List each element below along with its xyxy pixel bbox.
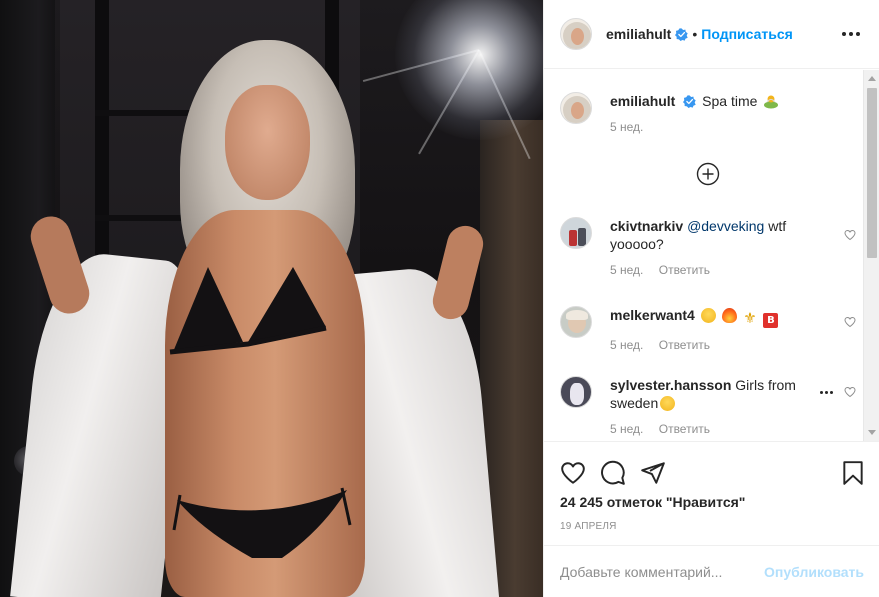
scroll-up-arrow-icon[interactable] — [868, 76, 876, 81]
add-comment-bar: Опубликовать — [544, 545, 879, 597]
comment-item: sylvester.hansson Girls from sweden 5 не… — [560, 376, 860, 436]
fire-emoji — [721, 308, 737, 323]
separator-dot: • — [692, 26, 698, 42]
scroll-down-arrow-icon[interactable] — [868, 430, 876, 435]
comment-options-icon[interactable] — [820, 386, 836, 398]
post-date[interactable]: 19 АПРЕЛЯ — [560, 521, 617, 532]
caption: emiliahult Spa time 5 нед. — [560, 92, 860, 134]
comment-mention[interactable]: @devveking — [687, 218, 764, 234]
post-actions: 24 245 отметок "Нравится" 19 АПРЕЛЯ — [544, 441, 879, 545]
bookmark-icon[interactable] — [840, 460, 866, 486]
commenter-avatar[interactable] — [560, 376, 592, 408]
raised-arm-right — [429, 222, 487, 323]
reply-button[interactable]: Ответить — [659, 263, 710, 277]
comment-time[interactable]: 5 нед. — [610, 263, 643, 277]
smile-emoji — [700, 308, 716, 323]
post-side-panel: emiliahult • Подписаться emiliahult Spa … — [543, 0, 879, 597]
scrollbar-thumb[interactable] — [867, 88, 877, 258]
author-avatar[interactable] — [560, 18, 592, 50]
author-username[interactable]: emiliahult — [606, 26, 671, 42]
author-avatar[interactable] — [560, 92, 592, 124]
commenter-username[interactable]: sylvester.hansson — [610, 377, 731, 393]
comment-input[interactable] — [560, 563, 765, 580]
caption-time[interactable]: 5 нед. — [610, 120, 643, 134]
commenter-avatar[interactable] — [560, 217, 592, 249]
fleur-de-lis-emoji: ⚜ — [743, 309, 757, 327]
b-button-emoji: B — [763, 313, 779, 328]
lens-flare — [395, 0, 543, 140]
commenter-username[interactable]: melkerwant4 — [610, 307, 695, 323]
comment-icon[interactable] — [600, 460, 626, 486]
reply-button[interactable]: Ответить — [659, 422, 710, 436]
caption-text: Spa time — [702, 93, 758, 109]
likes-count[interactable]: 24 245 отметок "Нравится" — [560, 494, 745, 510]
caption-username[interactable]: emiliahult — [610, 93, 675, 109]
comment-time[interactable]: 5 нед. — [610, 338, 643, 352]
comment-like-heart-icon[interactable] — [844, 229, 856, 241]
person-in-steam-emoji — [764, 95, 779, 109]
heart-icon[interactable] — [560, 460, 586, 486]
reply-button[interactable]: Ответить — [659, 338, 710, 352]
more-options-icon[interactable] — [839, 24, 863, 44]
share-icon[interactable] — [640, 460, 666, 486]
plus-circle-icon[interactable] — [696, 162, 720, 186]
bikini-top — [169, 267, 327, 355]
commenter-username[interactable]: ckivtnarkiv — [610, 218, 683, 234]
face — [225, 85, 310, 200]
comment-item: melkerwant4 ⚜ B 5 нед. Ответить — [560, 306, 860, 352]
bikini-bottom — [172, 487, 352, 558]
comments-scrollbar[interactable] — [863, 70, 879, 441]
post-header: emiliahult • Подписаться — [544, 0, 879, 69]
grinning-emoji — [660, 396, 676, 411]
publish-button[interactable]: Опубликовать — [764, 564, 864, 580]
verified-badge-icon — [683, 95, 696, 108]
comment-like-heart-icon[interactable] — [844, 316, 856, 328]
comment-like-heart-icon[interactable] — [844, 386, 856, 398]
commenter-avatar[interactable] — [560, 306, 592, 338]
follow-button[interactable]: Подписаться — [701, 26, 793, 42]
comment-time[interactable]: 5 нед. — [610, 422, 643, 436]
comment-item: ckivtnarkiv @devveking wtf yooooo? 5 нед… — [560, 217, 860, 277]
comments-list[interactable]: emiliahult Spa time 5 нед. ckivtnarkiv @… — [544, 70, 863, 441]
verified-badge-icon — [675, 27, 689, 41]
post-photo[interactable] — [0, 0, 543, 597]
